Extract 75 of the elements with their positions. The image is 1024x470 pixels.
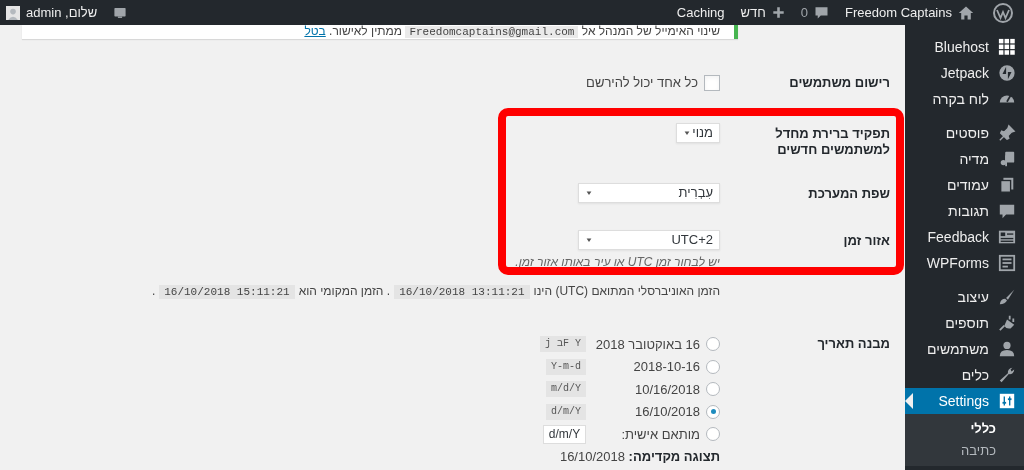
caret-icon bbox=[585, 236, 593, 244]
format-code: m/d/Y bbox=[546, 381, 586, 398]
submenu-item[interactable]: כתיבה bbox=[905, 440, 1024, 462]
radio-label: 2018-10-16 bbox=[632, 358, 701, 376]
comment-icon bbox=[998, 202, 1016, 220]
dropdown[interactable]: UTC+2 bbox=[578, 230, 720, 250]
account-link[interactable]: שלום, admin bbox=[6, 0, 98, 25]
sliders-icon bbox=[998, 392, 1016, 410]
dropdown[interactable]: עִבְרִית bbox=[578, 183, 720, 203]
new-label: חדש bbox=[740, 3, 766, 22]
sidebar-item[interactable]: תגובות bbox=[905, 198, 1024, 224]
sidebar-item[interactable]: Feedback bbox=[905, 224, 1024, 250]
card-icon bbox=[998, 228, 1016, 246]
radio-label: 16 באוקטובר 2018 bbox=[594, 335, 701, 354]
sidebar-item[interactable]: Bluehost bbox=[905, 34, 1024, 60]
radio-label: מותאם אישית: bbox=[620, 425, 701, 444]
radio-label: 16/10/2018 bbox=[633, 403, 701, 421]
checkbox[interactable] bbox=[704, 75, 720, 91]
field-label: תפקיד ברירת מחדל למשתמשים חדשים bbox=[774, 125, 890, 158]
radio-button[interactable] bbox=[706, 359, 720, 374]
new-link[interactable]: חדש bbox=[732, 0, 793, 25]
media-icon bbox=[998, 150, 1016, 168]
sidebar-item[interactable]: Jetpack bbox=[905, 60, 1024, 86]
caret-icon bbox=[683, 129, 691, 137]
site-name: Freedom Captains bbox=[845, 3, 952, 22]
radio-button[interactable] bbox=[706, 337, 720, 352]
sidebar-item[interactable]: עמודים bbox=[905, 172, 1024, 198]
radio-label: 10/16/2018 bbox=[633, 380, 701, 399]
greeting: שלום, admin bbox=[26, 3, 98, 22]
home-icon bbox=[958, 4, 974, 21]
grid-icon bbox=[998, 38, 1016, 56]
sidebar-item[interactable]: פוסטים bbox=[905, 120, 1024, 146]
radio-button[interactable] bbox=[706, 404, 720, 419]
dropdown[interactable]: מנוי bbox=[676, 123, 720, 143]
plug-icon bbox=[998, 314, 1016, 332]
sidebar-item[interactable]: תוספים bbox=[905, 310, 1024, 336]
checkbox-label: כל אחד יכול להירשם bbox=[586, 74, 698, 93]
sidebar-item[interactable]: WPForms bbox=[905, 250, 1024, 276]
site-name-link[interactable]: Freedom Captains bbox=[837, 0, 982, 25]
field-label: רישום משתמשים bbox=[788, 74, 890, 92]
pin-icon bbox=[998, 124, 1016, 142]
caret-icon bbox=[585, 189, 593, 197]
format-code: d/m/Y bbox=[546, 403, 586, 420]
sidebar-item[interactable]: Settings bbox=[905, 388, 1024, 414]
form-icon bbox=[998, 254, 1016, 272]
comment-count: 0 bbox=[800, 3, 809, 22]
sidebar-item[interactable]: לוח בקרה bbox=[905, 86, 1024, 112]
sidebar-item[interactable]: מדיה bbox=[905, 146, 1024, 172]
field-description: יש לבחור זמן UTC או עיר באותו אזור זמן. bbox=[515, 254, 720, 270]
radio-button[interactable] bbox=[706, 427, 720, 442]
avatar-icon bbox=[6, 5, 20, 20]
comment-icon bbox=[814, 5, 830, 20]
sidebar-item[interactable]: כלים bbox=[905, 362, 1024, 388]
comments-link[interactable]: 0 bbox=[792, 0, 838, 25]
logo-icon[interactable] bbox=[993, 2, 1013, 23]
plus-icon bbox=[771, 6, 785, 19]
brush-icon bbox=[998, 288, 1016, 306]
custom-format-field[interactable]: d/m/Y bbox=[543, 424, 586, 444]
sidebar-item[interactable]: עיצוב bbox=[905, 284, 1024, 310]
sidebar-item[interactable]: משתמשים bbox=[905, 336, 1024, 362]
bolt-circle-icon bbox=[998, 64, 1016, 82]
submenu-item[interactable]: כללי bbox=[905, 418, 1024, 440]
caching-link[interactable]: Caching bbox=[668, 0, 733, 25]
format-code: j בF Y bbox=[539, 336, 586, 353]
format-code: Y-m-d bbox=[546, 358, 586, 375]
pointer-icon bbox=[905, 393, 913, 409]
wrench-icon bbox=[998, 366, 1016, 384]
pages-icon bbox=[998, 176, 1016, 194]
radio-button[interactable] bbox=[706, 382, 720, 397]
cancel-link[interactable]: בטל bbox=[304, 24, 326, 38]
field-label: מבנה תאריך bbox=[816, 335, 890, 353]
screen-icon[interactable] bbox=[113, 5, 128, 20]
field-label: שפת המערכת bbox=[807, 185, 890, 203]
user-icon bbox=[998, 340, 1016, 358]
field-label: אזור זמן bbox=[842, 232, 890, 250]
